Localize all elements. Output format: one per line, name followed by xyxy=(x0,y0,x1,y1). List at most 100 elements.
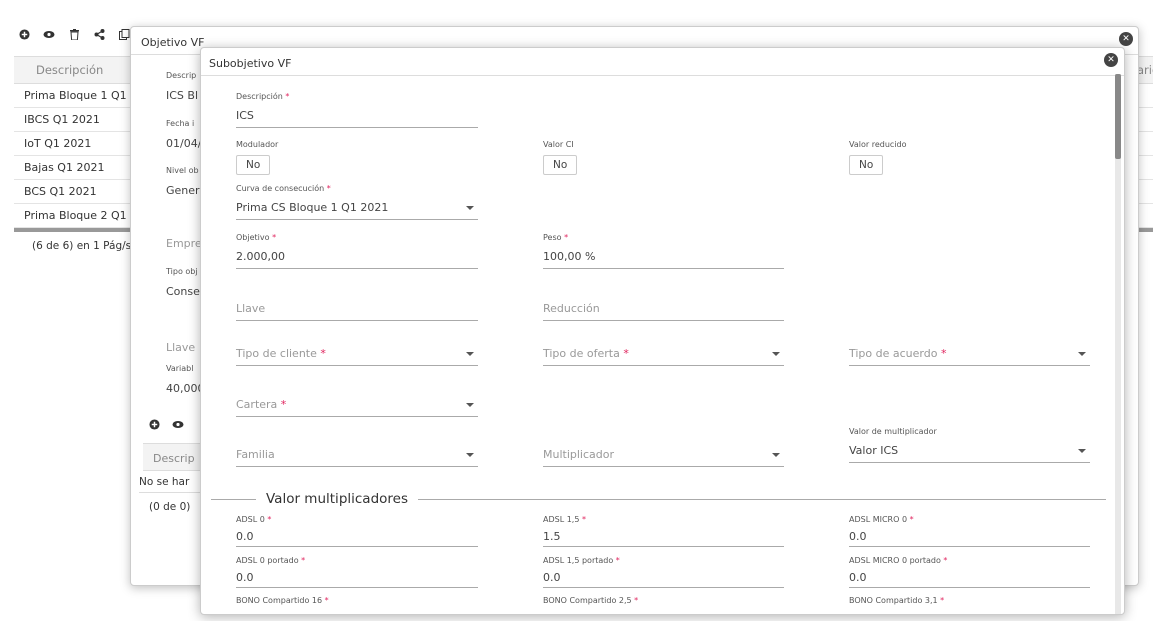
adsl0-input[interactable]: 0.0 xyxy=(236,524,478,547)
field-placeholder: Llave xyxy=(166,341,196,354)
field-nivel[interactable]: Nivel ob Gener xyxy=(166,166,200,197)
copy-icon[interactable] xyxy=(118,28,130,40)
field-descripcion[interactable]: Descrip ICS Bl xyxy=(166,71,198,102)
objetivo-field[interactable]: Objetivo * 2.000,00 xyxy=(236,233,478,269)
valor-multiplicador-field[interactable]: Valor de multiplicador Valor ICS xyxy=(849,427,1090,463)
multiplicador-select[interactable]: Multiplicador xyxy=(543,440,784,467)
add-icon[interactable] xyxy=(149,419,160,433)
cartera-field[interactable]: Cartera * xyxy=(236,390,478,417)
field-label: Fecha i xyxy=(166,119,195,128)
peso-input[interactable]: 100,00 % xyxy=(543,242,784,269)
adsl0-field[interactable]: ADSL 0 * 0.0 xyxy=(236,515,478,547)
field-value: Conse xyxy=(166,285,200,298)
tipo-acuerdo-field[interactable]: Tipo de acuerdo * xyxy=(849,339,1090,366)
llave-input[interactable]: Llave xyxy=(236,294,478,321)
scrollbar[interactable] xyxy=(1115,74,1121,614)
adsl15-portado-field[interactable]: ADSL 1,5 portado * 0.0 xyxy=(543,556,784,588)
curva-field[interactable]: Curva de consecución * Prima CS Bloque 1… xyxy=(236,184,478,220)
field-value: Valor ICS xyxy=(849,444,899,457)
field-label: BONO Compartido 16 * xyxy=(236,596,329,605)
curva-value: Prima CS Bloque 1 Q1 2021 xyxy=(236,201,389,214)
adslmicro0-portado-input[interactable]: 0.0 xyxy=(849,565,1090,588)
objetivo-input[interactable]: 2.000,00 xyxy=(236,242,478,269)
field-label: Nivel ob xyxy=(166,166,199,175)
valor-ci-toggle[interactable]: No xyxy=(543,155,578,175)
divider xyxy=(418,498,1106,500)
sub-toolbar xyxy=(149,419,184,433)
field-variable[interactable]: Variabl 40,000 xyxy=(166,364,205,395)
divider xyxy=(211,498,256,500)
field-label: ADSL 1,5 portado * xyxy=(543,556,620,565)
field-label: ADSL 1,5 * xyxy=(543,515,586,524)
field-value: 40,000 xyxy=(166,382,205,395)
bono25-field[interactable]: BONO Compartido 2,5 * xyxy=(543,596,784,605)
field-value: ICS Bl xyxy=(166,89,199,102)
add-icon[interactable] xyxy=(18,28,30,40)
close-icon[interactable]: ✕ xyxy=(1104,53,1118,67)
adslmicro0-portado-field[interactable]: ADSL MICRO 0 portado * 0.0 xyxy=(849,556,1090,588)
adsl15-portado-input[interactable]: 0.0 xyxy=(543,565,784,588)
modulador-toggle[interactable]: No xyxy=(236,155,271,175)
field-llave[interactable]: Llave xyxy=(166,341,195,354)
peso-field[interactable]: Peso * 100,00 % xyxy=(543,233,784,269)
adsl15-input[interactable]: 1.5 xyxy=(543,524,784,547)
column-partial: ario xyxy=(1136,63,1153,77)
chevron-down-icon xyxy=(1078,352,1086,356)
cartera-select[interactable]: Cartera * xyxy=(236,390,478,417)
field-empresa[interactable]: Empre xyxy=(166,237,202,250)
llave-field[interactable]: Llave xyxy=(236,294,478,321)
scrollbar-thumb[interactable] xyxy=(1115,74,1121,159)
share-icon[interactable] xyxy=(93,28,105,40)
chevron-down-icon xyxy=(772,453,780,457)
background-toolbar xyxy=(18,28,130,40)
adsl0-portado-field[interactable]: ADSL 0 portado * 0.0 xyxy=(236,556,478,588)
chevron-down-icon xyxy=(466,453,474,457)
tipo-cliente-select[interactable]: Tipo de cliente * xyxy=(236,339,478,366)
field-placeholder: Familia xyxy=(236,448,275,461)
valor-multiplicador-select[interactable]: Valor ICS xyxy=(849,436,1090,463)
eye-icon[interactable] xyxy=(172,419,184,433)
field-label: BONO Compartido 2,5 * xyxy=(543,596,639,605)
descripcion-field[interactable]: Descripción * ICS xyxy=(236,92,478,128)
descripcion-input[interactable]: ICS xyxy=(236,101,478,128)
chevron-down-icon xyxy=(466,403,474,407)
adsl15-field[interactable]: ADSL 1,5 * 1.5 xyxy=(543,515,784,547)
familia-select[interactable]: Familia xyxy=(236,440,478,467)
curva-select[interactable]: Prima CS Bloque 1 Q1 2021 xyxy=(236,193,478,220)
field-label: Objetivo * xyxy=(236,233,277,242)
field-fecha[interactable]: Fecha i 01/04/ xyxy=(166,119,201,150)
close-icon[interactable]: ✕ xyxy=(1119,32,1133,46)
trash-icon[interactable] xyxy=(68,28,80,40)
field-placeholder: Tipo de acuerdo xyxy=(849,347,938,360)
reduccion-field[interactable]: Reducción xyxy=(543,294,784,321)
tipo-cliente-field[interactable]: Tipo de cliente * xyxy=(236,339,478,366)
field-placeholder: Multiplicador xyxy=(543,448,615,461)
adsl0-portado-input[interactable]: 0.0 xyxy=(236,565,478,588)
field-label: ADSL 0 * xyxy=(236,515,272,524)
field-tipo-objetivo[interactable]: Tipo obj Conse xyxy=(166,267,200,298)
subobjetivo-dialog: Subobjetivo VF Descripción * ICS Modulad… xyxy=(200,47,1125,615)
eye-icon[interactable] xyxy=(43,28,55,40)
pagination-info: (0 de 0) xyxy=(149,501,191,513)
tipo-oferta-field[interactable]: Tipo de oferta * xyxy=(543,339,784,366)
bono16-field[interactable]: BONO Compartido 16 * xyxy=(236,596,478,605)
tipo-acuerdo-select[interactable]: Tipo de acuerdo * xyxy=(849,339,1090,366)
reduccion-input[interactable]: Reducción xyxy=(543,294,784,321)
familia-field[interactable]: Familia xyxy=(236,440,478,467)
valor-ci-field: Valor CI No xyxy=(543,140,578,175)
field-label: Descrip xyxy=(166,71,197,80)
field-label: Curva de consecución * xyxy=(236,184,331,193)
bono31-field[interactable]: BONO Compartido 3,1 * xyxy=(849,596,1090,605)
tipo-oferta-select[interactable]: Tipo de oferta * xyxy=(543,339,784,366)
modulador-field: Modulador No xyxy=(236,140,278,175)
column-descripcion[interactable]: Descripción xyxy=(36,63,103,77)
multiplicador-field[interactable]: Multiplicador xyxy=(543,440,784,467)
field-placeholder: Tipo de oferta xyxy=(543,347,620,360)
chevron-down-icon xyxy=(466,352,474,356)
valor-multiplicadores-section: Valor multiplicadores xyxy=(211,491,1106,507)
field-placeholder: Empre xyxy=(166,237,202,250)
adslmicro0-field[interactable]: ADSL MICRO 0 * 0.0 xyxy=(849,515,1090,547)
adslmicro0-input[interactable]: 0.0 xyxy=(849,524,1090,547)
field-label: Valor reducido xyxy=(849,140,907,149)
valor-reducido-toggle[interactable]: No xyxy=(849,155,884,175)
